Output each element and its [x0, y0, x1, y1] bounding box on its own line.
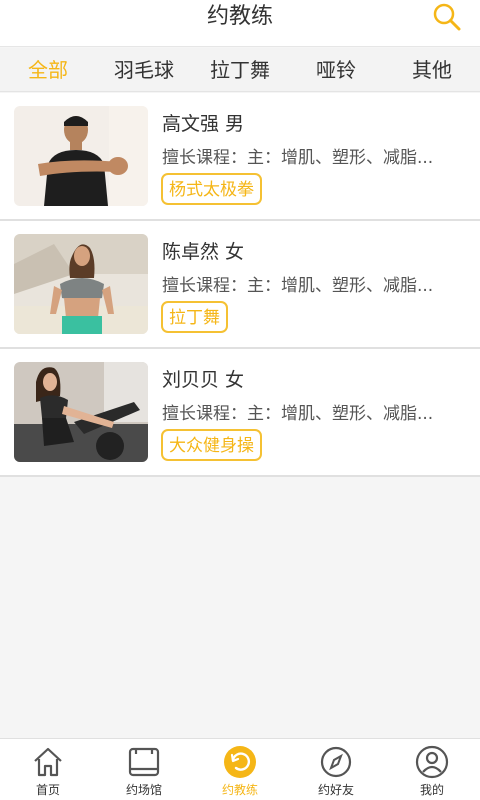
- coach-photo: [14, 362, 148, 462]
- tab-badminton[interactable]: 羽毛球: [96, 48, 192, 91]
- nav-venue[interactable]: 约场馆: [96, 739, 192, 800]
- coach-photo: [14, 106, 148, 206]
- nav-profile[interactable]: 我的: [384, 739, 480, 800]
- profile-icon: [415, 745, 449, 779]
- coach-row[interactable]: 陈卓然 女 擅长课程：主：增肌、塑形、减脂... 拉丁舞: [0, 221, 480, 349]
- nav-label: 约好友: [317, 783, 354, 797]
- app-screen: 约教练 全部 羽毛球 拉丁舞 哑铃 其他 高文强 男 擅长课程：主：增肌、塑形、…: [0, 0, 480, 800]
- search-icon[interactable]: [432, 2, 462, 32]
- coach-icon: [224, 746, 256, 778]
- coach-specialty-tag: 大众健身操: [161, 429, 262, 461]
- coach-courses: 擅长课程：主：增肌、塑形、减脂...: [162, 148, 434, 168]
- coach-name: 刘贝贝 女: [162, 369, 245, 391]
- tab-all[interactable]: 全部: [0, 48, 96, 91]
- compass-icon: [320, 746, 352, 778]
- page-title: 约教练: [206, 4, 273, 29]
- tab-latin-dance[interactable]: 拉丁舞: [192, 48, 288, 91]
- coach-photo: [14, 234, 148, 334]
- nav-home[interactable]: 首页: [0, 739, 96, 800]
- coach-courses: 擅长课程：主：增肌、塑形、减脂...: [162, 276, 434, 296]
- coach-name: 陈卓然 女: [162, 241, 245, 263]
- nav-label: 约教练: [221, 783, 258, 797]
- nav-label: 我的: [419, 783, 444, 797]
- nav-friends[interactable]: 约好友: [288, 739, 384, 800]
- coach-row[interactable]: 刘贝贝 女 擅长课程：主：增肌、塑形、减脂... 大众健身操: [0, 349, 480, 477]
- nav-coach[interactable]: 约教练: [192, 739, 288, 800]
- coach-list: 高文强 男 擅长课程：主：增肌、塑形、减脂... 杨式太极拳 陈卓然 女 擅长课…: [0, 93, 480, 477]
- coach-specialty-tag: 杨式太极拳: [161, 173, 262, 205]
- category-tabs: 全部 羽毛球 拉丁舞 哑铃 其他: [0, 48, 480, 92]
- coach-courses: 擅长课程：主：增肌、塑形、减脂...: [162, 404, 434, 424]
- tab-other[interactable]: 其他: [384, 48, 480, 91]
- home-icon: [34, 747, 62, 777]
- coach-specialty-tag: 拉丁舞: [161, 301, 228, 333]
- tab-dumbbell[interactable]: 哑铃: [288, 48, 384, 91]
- bottom-nav: 首页 约场馆 约教练 约好友 我的: [0, 738, 480, 800]
- nav-label: 首页: [35, 783, 60, 797]
- coach-name: 高文强 男: [162, 113, 245, 135]
- header-bar: 约教练: [0, 0, 480, 47]
- venue-icon: [128, 747, 160, 777]
- nav-label: 约场馆: [125, 783, 162, 797]
- coach-row[interactable]: 高文强 男 擅长课程：主：增肌、塑形、减脂... 杨式太极拳: [0, 93, 480, 221]
